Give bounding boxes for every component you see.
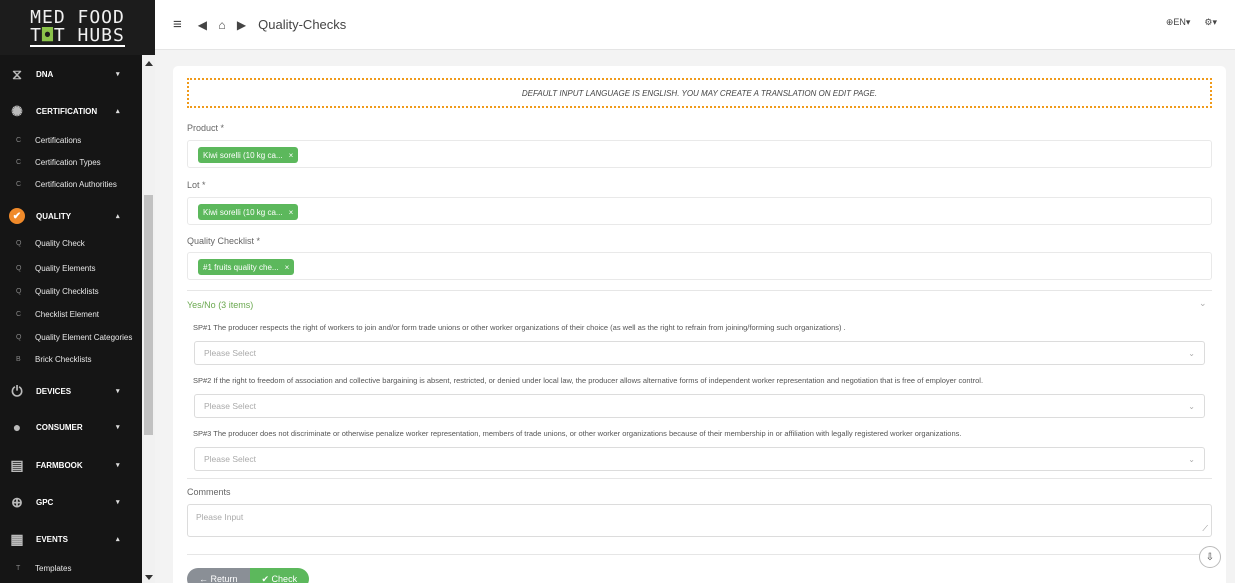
sidebar-section-label: FARMBOOK [36,460,83,470]
chevron-down-icon: ▾ [116,499,120,506]
divider [187,290,1212,291]
close-icon[interactable]: × [289,151,294,160]
user-icon: ● [12,419,22,435]
divider [187,554,1212,555]
sidebar-section-farmbook[interactable]: ▤ FARMBOOK ▾ [0,455,140,475]
answer-select-sp1[interactable]: Please Select ⌄ [194,341,1205,365]
page-title: Quality-Checks [258,17,347,32]
chevron-up-icon: ▴ [116,213,120,220]
sidebar-section-label: DNA [36,69,54,79]
close-icon[interactable]: × [285,263,290,272]
sidebar-item-templates[interactable]: T Templates [0,560,140,576]
globe-icon: ⊕ [11,493,23,510]
sidebar-section-devices[interactable]: ⏻ DEVICES ▾ [0,381,140,401]
comments-label: Comments [187,487,231,497]
logo[interactable]: MED FOOD T◘T HUBS [0,0,155,55]
resize-handle-icon[interactable]: ⟋ [1202,524,1208,534]
sidebar-section-label: GPC [36,497,54,507]
quality-checklist-field[interactable]: #1 fruits quality che... × [187,252,1212,280]
check-button[interactable]: ✔ Check [249,568,310,583]
question-sp3: SP#3 The producer does not discriminate … [193,429,962,438]
chevron-down-icon: ⌄ [1188,348,1195,358]
logo-line-2: T◘T HUBS [30,24,125,47]
quality-check-form: DEFAULT INPUT LANGUAGE IS ENGLISH. YOU M… [173,66,1226,583]
return-button[interactable]: ← Return [187,568,250,583]
sidebar-item-brick-checklists[interactable]: B Brick Checklists [0,351,140,367]
hourglass-icon: ⧖ [12,65,22,82]
answer-select-sp2[interactable]: Please Select ⌄ [194,394,1205,418]
scroll-up-arrow-icon[interactable] [145,61,153,66]
topbar: ≡ ◀ ⌂ ▶ Quality-Checks ⊕EN▾ ⚙▾ [155,0,1235,50]
lot-label: Lot * [187,180,206,190]
product-field[interactable]: Kiwi sorelli (10 kg ca... × [187,140,1212,168]
chevron-down-icon: ▾ [116,71,120,78]
calendar-icon: ▦ [10,530,24,547]
sidebar-section-quality[interactable]: ✔ QUALITY ▴ [0,206,140,226]
product-tag: Kiwi sorelli (10 kg ca... × [198,147,299,163]
scrollbar-thumb[interactable] [144,195,153,435]
sidebar-item-quality-elements[interactable]: Q Quality Elements [0,260,140,276]
chevron-down-icon: ⌄ [1188,454,1195,464]
sidebar-item-quality-check[interactable]: Q Quality Check [0,235,140,251]
chevron-down-icon[interactable]: ⌄ [1199,298,1207,309]
scroll-down-arrow-icon[interactable] [145,575,153,580]
lot-tag: Kiwi sorelli (10 kg ca... × [198,204,299,220]
check-circle-icon: ✔ [9,208,25,224]
sidebar-section-events[interactable]: ▦ EVENTS ▴ [0,529,140,549]
sidebar: MED FOOD T◘T HUBS ⧖ DNA ▾ ✺ CERTIFICATIO… [0,0,155,583]
nav-back-home-forward-icons[interactable]: ◀ ⌂ ▶ [198,18,250,32]
sidebar-item-certification-types[interactable]: C Certification Types [0,154,140,170]
close-icon[interactable]: × [289,208,294,217]
chevron-down-icon: ▾ [116,462,120,469]
sidebar-item-checklist-element[interactable]: C Checklist Element [0,306,140,322]
book-icon: ▤ [10,456,24,473]
sidebar-section-certification[interactable]: ✺ CERTIFICATION ▴ [0,101,140,121]
chevron-up-icon: ▴ [116,108,120,115]
checklist-tag: #1 fruits quality che... × [198,259,295,275]
sidebar-item-certification-authorities[interactable]: C Certification Authorities [0,176,140,192]
seal-icon: ✺ [11,102,23,119]
quality-checklist-label: Quality Checklist * [187,236,261,246]
chevron-down-icon: ▾ [116,424,120,431]
yes-no-section-header[interactable]: Yes/No (3 items) [187,300,253,310]
sidebar-section-label: QUALITY [36,211,72,221]
question-sp2: SP#2 If the right to freedom of associat… [193,376,984,385]
power-icon: ⏻ [11,382,23,399]
chevron-down-icon: ⌄ [1188,401,1195,411]
answer-select-sp3[interactable]: Please Select ⌄ [194,447,1205,471]
sidebar-section-consumer[interactable]: ● CONSUMER ▾ [0,417,140,437]
lot-field[interactable]: Kiwi sorelli (10 kg ca... × [187,197,1212,225]
sidebar-item-quality-element-categories[interactable]: Q Quality Element Categories [0,329,140,345]
question-sp1: SP#1 The producer respects the right of … [193,323,846,332]
sidebar-section-label: DEVICES [36,386,72,396]
sidebar-section-label: EVENTS [36,534,69,544]
comments-textarea[interactable]: Please Input ⟋ [187,504,1212,537]
sidebar-section-label: CERTIFICATION [36,106,98,116]
language-selector[interactable]: ⊕EN▾ [1166,17,1191,28]
sidebar-section-dna[interactable]: ⧖ DNA ▾ [0,64,140,84]
gear-icon[interactable]: ⚙▾ [1204,17,1217,28]
product-label: Product * [187,123,225,133]
sidebar-scrollbar[interactable] [142,55,155,583]
sidebar-item-quality-checklists[interactable]: Q Quality Checklists [0,283,140,299]
divider [187,478,1212,479]
chevron-down-icon: ▾ [116,388,120,395]
scroll-to-bottom-icon[interactable]: ⇩ [1199,546,1221,568]
sidebar-section-gpc[interactable]: ⊕ GPC ▾ [0,492,140,512]
form-actions: ← Return ✔ Check [187,568,310,583]
sidebar-item-certifications[interactable]: C Certifications [0,132,140,148]
menu-icon[interactable]: ≡ [173,16,182,33]
chevron-up-icon: ▴ [116,536,120,543]
language-notice: DEFAULT INPUT LANGUAGE IS ENGLISH. YOU M… [187,78,1212,108]
sidebar-section-label: CONSUMER [36,422,83,432]
